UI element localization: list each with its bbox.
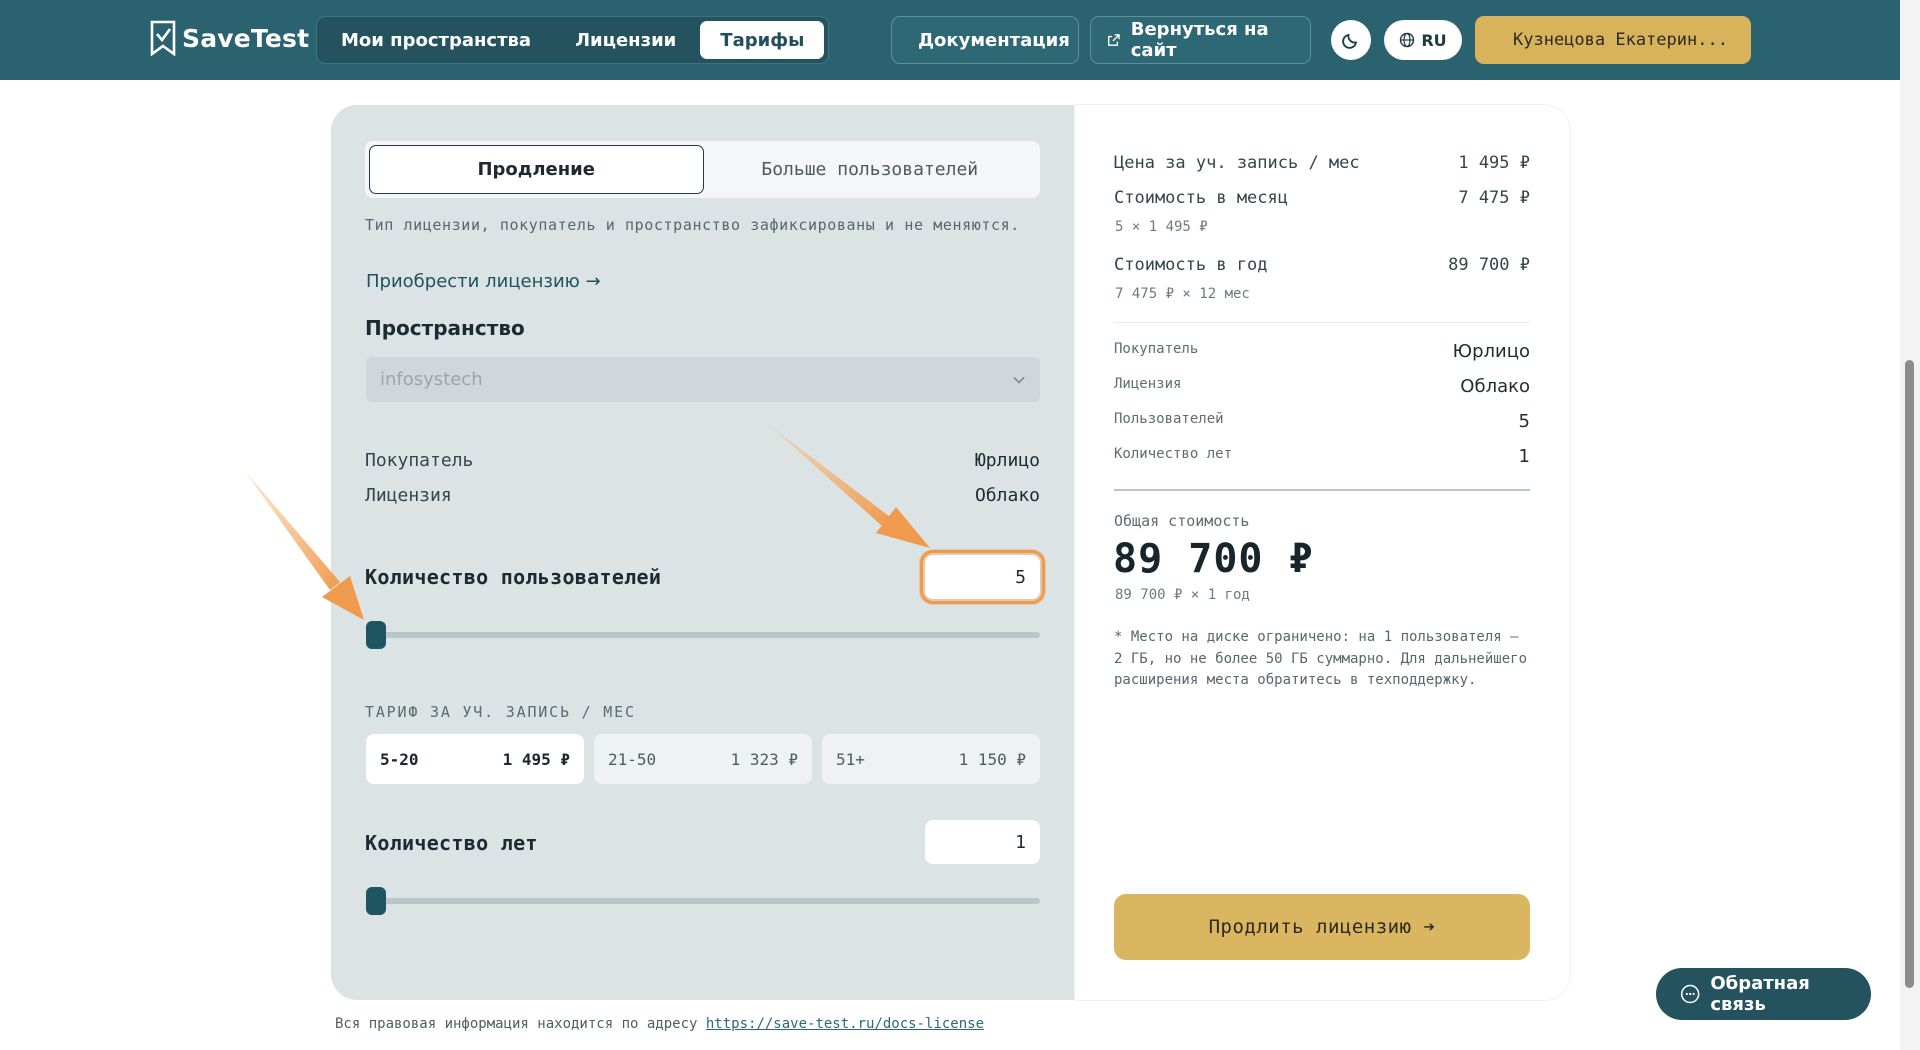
tariff-option-51-plus[interactable]: 51+ 1 150 ₽: [822, 734, 1040, 784]
tariff-price: 1 150 ₽: [958, 749, 1026, 769]
years-count-label: Количество лет: [365, 831, 538, 855]
price-per-account-value: 1 495 ₽: [1458, 153, 1530, 173]
total-value: 89 700 ₽: [1113, 536, 1314, 582]
language-button[interactable]: RU: [1384, 20, 1462, 60]
summary-buyer-label: Покупатель: [1114, 341, 1199, 357]
users-count-input[interactable]: 5: [920, 550, 1045, 604]
disk-space-note: * Место на диске ограничено: на 1 пользо…: [1114, 629, 1528, 688]
logo-mark-icon: [150, 20, 176, 56]
language-label: RU: [1421, 30, 1447, 50]
tariff-range: 5-20: [380, 749, 419, 769]
chat-icon: [1680, 984, 1700, 1004]
moon-icon: [1342, 33, 1358, 49]
price-per-account-row: Цена за уч. запись / мес 1 495 ₽: [1114, 153, 1530, 173]
summary-years-label: Количество лет: [1114, 446, 1233, 462]
tariff-range: 51+: [836, 749, 865, 769]
legal-link[interactable]: https://save-test.ru/docs-license: [706, 1016, 984, 1032]
price-per-account-label: Цена за уч. запись / мес: [1114, 153, 1360, 173]
years-slider-track[interactable]: [366, 898, 1040, 904]
logo[interactable]: SaveTest: [150, 20, 309, 56]
monthly-cost-value: 7 475 ₽: [1458, 188, 1530, 208]
mode-tabs: Продление Больше пользователей: [365, 141, 1040, 198]
total-formula: 89 700 ₽ × 1 год: [1115, 587, 1250, 603]
logo-text: SaveTest: [182, 23, 310, 53]
summary-license-value: Облако: [1460, 376, 1530, 397]
divider: [1114, 322, 1530, 323]
nav-tariffs[interactable]: Тарифы: [700, 21, 825, 59]
summary-years-row: Количество лет 1: [1114, 446, 1530, 467]
total-divider: [1114, 489, 1530, 491]
buyer-value: Юрлицо: [974, 450, 1040, 471]
summary-users-row: Пользователей 5: [1114, 411, 1530, 432]
total-label: Общая стоимость: [1114, 512, 1250, 530]
theme-toggle-button[interactable]: [1331, 20, 1371, 60]
legal-text: Вся правовая информация находится по адр…: [335, 1016, 706, 1032]
tariff-heading: ТАРИФ ЗА УЧ. ЗАПИСЬ / МЕС: [365, 703, 636, 721]
summary-buyer-value: Юрлицо: [1452, 341, 1530, 362]
buyer-label: Покупатель: [365, 450, 474, 471]
globe-icon: [1400, 32, 1415, 48]
buy-license-link[interactable]: Приобрести лицензию →: [366, 271, 601, 292]
summary-users-value: 5: [1518, 411, 1530, 432]
license-value: Облако: [974, 485, 1040, 506]
tab-renewal[interactable]: Продление: [369, 145, 704, 194]
yearly-cost-row: Стоимость в год 89 700 ₽: [1114, 255, 1530, 275]
monthly-cost-row: Стоимость в месяц 7 475 ₽: [1114, 188, 1530, 208]
buyer-row: Покупатель Юрлицо: [365, 450, 1040, 471]
chevron-down-icon: [1013, 376, 1025, 384]
monthly-cost-label: Стоимость в месяц: [1114, 188, 1288, 208]
yearly-cost-value: 89 700 ₽: [1448, 255, 1530, 275]
nav-my-spaces[interactable]: Мои пространства: [321, 21, 551, 59]
top-header: SaveTest Мои пространства Лицензии Тариф…: [0, 0, 1900, 80]
tariff-option-21-50[interactable]: 21-50 1 323 ₽: [594, 734, 812, 784]
back-to-site-button[interactable]: Вернуться на сайт: [1090, 16, 1311, 64]
license-form-panel: [331, 105, 1075, 1000]
feedback-button[interactable]: Обратная связь: [1656, 968, 1871, 1020]
tab-more-users[interactable]: Больше пользователей: [704, 145, 1037, 194]
user-menu-button[interactable]: Кузнецова Екатерин...: [1475, 16, 1751, 64]
tariff-option-5-20[interactable]: 5-20 1 495 ₽: [366, 734, 584, 784]
summary-users-label: Пользователей: [1114, 411, 1224, 427]
docs-button[interactable]: Документация: [891, 16, 1079, 64]
renew-license-label: Продлить лицензию ➔: [1208, 916, 1436, 938]
summary-buyer-row: Покупатель Юрлицо: [1114, 341, 1530, 362]
yearly-cost-label: Стоимость в год: [1114, 255, 1268, 275]
back-to-site-label: Вернуться на сайт: [1130, 19, 1269, 61]
years-count-input[interactable]: 1: [925, 820, 1040, 864]
tariff-price: 1 495 ₽: [502, 749, 570, 769]
users-slider-track[interactable]: [366, 632, 1040, 638]
external-link-icon: [1108, 34, 1120, 46]
yearly-cost-formula: 7 475 ₽ × 12 мес: [1115, 286, 1250, 302]
users-count-label: Количество пользователей: [365, 565, 662, 589]
summary-license-row: Лицензия Облако: [1114, 376, 1530, 397]
space-label: Пространство: [365, 316, 525, 340]
users-slider-thumb[interactable]: [366, 621, 386, 649]
years-slider-thumb[interactable]: [366, 887, 386, 915]
renew-license-button[interactable]: Продлить лицензию ➔: [1114, 894, 1530, 960]
fixed-fields-note: Тип лицензии, покупатель и пространство …: [365, 216, 1020, 234]
license-label: Лицензия: [365, 485, 452, 506]
space-select: infosystech: [366, 357, 1040, 402]
license-row: Лицензия Облако: [365, 485, 1040, 506]
tariff-range: 21-50: [608, 749, 657, 769]
monthly-cost-formula: 5 × 1 495 ₽: [1115, 219, 1208, 235]
summary-license-label: Лицензия: [1114, 376, 1182, 392]
summary-years-value: 1: [1518, 446, 1530, 467]
scrollbar-thumb[interactable]: [1905, 360, 1914, 988]
tariff-price: 1 323 ₽: [730, 749, 798, 769]
nav-licenses[interactable]: Лицензии: [555, 21, 696, 59]
space-select-value: infosystech: [380, 369, 483, 390]
user-name: Кузнецова Екатерин...: [1513, 30, 1728, 50]
feedback-label: Обратная связь: [1710, 973, 1810, 1015]
legal-info: Вся правовая информация находится по адр…: [335, 1016, 984, 1032]
docs-button-label: Документация: [918, 29, 1070, 51]
main-nav: Мои пространства Лицензии Тарифы: [316, 16, 830, 64]
